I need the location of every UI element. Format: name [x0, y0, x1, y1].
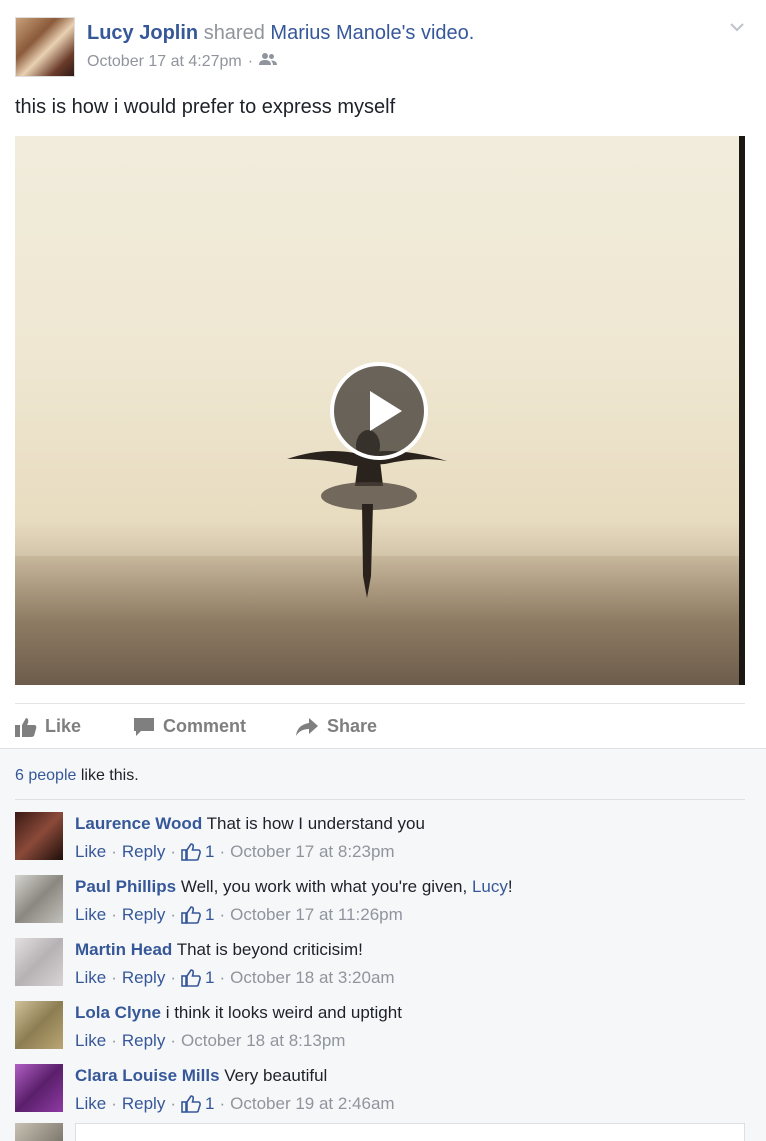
friends-icon[interactable] [259, 52, 278, 71]
thumbs-up-icon [181, 906, 201, 924]
comment-text: Well, you work with what you're given, [180, 877, 472, 896]
comment-meta: Like · Reply · 1 · October 17 at 8:23pm [75, 840, 395, 864]
commenter-name[interactable]: Clara Louise Mills [75, 1066, 220, 1085]
shared-owner-link[interactable]: Marius Manole's [270, 22, 415, 44]
comment-meta: Like · Reply · 1 · October 17 at 11:26pm [75, 903, 403, 927]
commenter-avatar[interactable] [15, 1064, 63, 1112]
chevron-down-icon[interactable] [728, 18, 746, 36]
comment-reply-link[interactable]: Reply [122, 1029, 165, 1053]
comment-body: Paul Phillips Well, you work with what y… [75, 875, 513, 899]
author-line: Lucy Joplin shared Marius Manole's video… [87, 20, 474, 46]
comment-like-link[interactable]: Like [75, 1092, 106, 1116]
mention-link[interactable]: Lucy [472, 877, 508, 896]
comment-meta: Like · Reply · 1 · October 19 at 2:46am [75, 1092, 395, 1116]
comment-like-link[interactable]: Like [75, 903, 106, 927]
comment-likes-count[interactable]: 1 [181, 840, 214, 864]
comment-text: i think it looks weird and uptight [165, 1003, 402, 1022]
comment-timestamp[interactable]: October 17 at 8:23pm [230, 840, 394, 864]
comment-body: Lola Clyne i think it looks weird and up… [75, 1001, 402, 1025]
comment-label: Comment [163, 716, 247, 736]
author-avatar[interactable] [15, 17, 75, 77]
comment-likes-count[interactable]: 1 [181, 1092, 214, 1116]
likes-people-link[interactable]: 6 people [15, 767, 76, 784]
comment-timestamp[interactable]: October 18 at 8:13pm [181, 1029, 345, 1053]
shared-object-link[interactable]: video. [421, 22, 474, 44]
comment-reply-link[interactable]: Reply [122, 966, 165, 990]
comment-body: Martin Head That is beyond criticisim! [75, 938, 363, 962]
shared-word: shared [203, 22, 265, 44]
comment-likes-count[interactable]: 1 [181, 903, 214, 927]
comment-like-link[interactable]: Like [75, 1029, 106, 1053]
comment-reply-link[interactable]: Reply [122, 840, 165, 864]
video-player[interactable] [15, 136, 745, 685]
comment-text: That is how I understand you [206, 814, 425, 833]
comment-item: Laurence Wood That is how I understand y… [15, 812, 745, 872]
play-icon[interactable] [330, 362, 428, 460]
divider [15, 799, 745, 800]
comment-body: Laurence Wood That is how I understand y… [75, 812, 425, 836]
commenter-avatar[interactable] [15, 875, 63, 923]
comment-item: Paul Phillips Well, you work with what y… [15, 875, 745, 935]
comment-body: Clara Louise Mills Very beautiful [75, 1064, 327, 1088]
write-comment-row [15, 1123, 745, 1141]
comment-reply-link[interactable]: Reply [122, 903, 165, 927]
commenter-name[interactable]: Paul Phillips [75, 877, 176, 896]
author-name-link[interactable]: Lucy Joplin [87, 22, 198, 44]
comment-button[interactable]: Comment [133, 716, 246, 737]
commenter-name[interactable]: Martin Head [75, 940, 172, 959]
comment-likes-count[interactable]: 1 [181, 966, 214, 990]
current-user-avatar [15, 1123, 63, 1141]
comment-input[interactable] [75, 1123, 745, 1141]
comment-text: Very beautiful [224, 1066, 328, 1085]
comment-like-link[interactable]: Like [75, 840, 106, 864]
post-meta: October 17 at 4:27pm · [87, 52, 278, 71]
likes-summary-suffix: like this. [76, 767, 139, 784]
thumbs-up-icon [181, 969, 201, 987]
comment-text: That is beyond criticisim! [176, 940, 363, 959]
comment-timestamp[interactable]: October 17 at 11:26pm [230, 903, 403, 927]
share-button[interactable]: Share [295, 716, 377, 737]
share-icon [295, 717, 319, 737]
commenter-name[interactable]: Lola Clyne [75, 1003, 161, 1022]
video-edge [739, 136, 745, 685]
comments-section: 6 people like this. Laurence Wood That i… [0, 748, 766, 1141]
thumbs-up-icon [15, 717, 37, 737]
comment-item: Martin Head That is beyond criticisim! L… [15, 938, 745, 998]
comment-timestamp[interactable]: October 19 at 2:46am [230, 1092, 394, 1116]
commenter-name[interactable]: Laurence Wood [75, 814, 202, 833]
thumbs-up-icon [181, 843, 201, 861]
like-button[interactable]: Like [15, 716, 81, 737]
comment-reply-link[interactable]: Reply [122, 1092, 165, 1116]
comment-meta: Like · Reply · October 18 at 8:13pm [75, 1029, 345, 1053]
post-text: this is how i would prefer to express my… [15, 96, 396, 118]
commenter-avatar[interactable] [15, 938, 63, 986]
thumbs-up-icon [181, 1095, 201, 1113]
comment-item: Lola Clyne i think it looks weird and up… [15, 1001, 745, 1061]
meta-separator: · [247, 52, 254, 70]
post-timestamp[interactable]: October 17 at 4:27pm [87, 53, 242, 71]
comment-text-end: ! [507, 877, 513, 896]
likes-summary: 6 people like this. [15, 767, 139, 785]
comment-item: Clara Louise Mills Very beautiful Like · … [15, 1064, 745, 1124]
commenter-avatar[interactable] [15, 812, 63, 860]
comment-icon [133, 717, 155, 737]
comment-like-link[interactable]: Like [75, 966, 106, 990]
post-actions: Like Comment Share [15, 703, 745, 748]
comment-meta: Like · Reply · 1 · October 18 at 3:20am [75, 966, 395, 990]
like-label: Like [45, 716, 82, 736]
share-label: Share [327, 716, 378, 736]
post-header: Lucy Joplin shared Marius Manole's video… [0, 0, 766, 90]
commenter-avatar[interactable] [15, 1001, 63, 1049]
comment-timestamp[interactable]: October 18 at 3:20am [230, 966, 394, 990]
